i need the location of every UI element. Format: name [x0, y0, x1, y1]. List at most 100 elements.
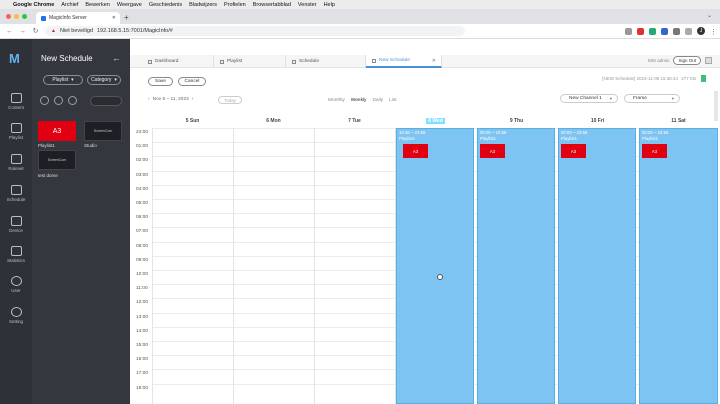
security-label: Niet beveiligd [59, 28, 93, 34]
tab-dashboard[interactable]: Dashboard [142, 55, 214, 68]
nav-label: Device [9, 228, 23, 233]
day-header: 9 Thu [509, 118, 524, 124]
playlist-icon [220, 59, 224, 64]
close-tab-icon[interactable]: ✕ [112, 15, 116, 21]
schedule-icon [292, 59, 296, 64]
chevron-down-icon: ▾ [671, 95, 674, 101]
back-arrow-icon[interactable]: ← [112, 53, 121, 63]
schedule-event[interactable]: 15:36 ~ 23:59 Playlist1 A3 [396, 128, 474, 404]
schedule-event[interactable]: 00:00 ~ 23:59 Playlist1 A3 [477, 128, 555, 404]
next-week-icon[interactable]: › [192, 97, 194, 102]
view-weekly[interactable]: Weekly [351, 98, 367, 103]
tab-schedule[interactable]: Schedule [286, 55, 366, 68]
channel-select[interactable]: New Channel 1 ▾ [560, 94, 618, 103]
menu-help[interactable]: Help [324, 2, 335, 8]
menu-bewerken[interactable]: Bewerken [85, 2, 109, 8]
nav-ruleset[interactable]: Ruleset [0, 154, 32, 171]
save-button[interactable]: Save [148, 77, 173, 86]
view-daily[interactable]: Daily [372, 98, 383, 103]
address-bar[interactable]: ▲ Niet beveiligd 192.168.5.15:7001/Magic… [45, 26, 465, 36]
extensions: J ⋮ [625, 27, 717, 36]
forward-icon[interactable]: → [19, 28, 26, 35]
event-thumbnail: A3 [561, 144, 586, 158]
nav-schedule[interactable]: Schedule [0, 185, 32, 202]
close-window-icon[interactable] [6, 14, 11, 19]
favicon-icon [41, 15, 46, 21]
hour-label: 17:00 [136, 371, 149, 377]
nav-user[interactable]: User [0, 276, 32, 293]
event-time: 15:36 ~ 23:59 [399, 130, 426, 135]
folder-icon[interactable] [40, 96, 49, 105]
hour-label: 16:00 [136, 357, 149, 363]
puzzle-icon[interactable] [673, 27, 680, 35]
nav-statistics[interactable]: Statistics [0, 246, 32, 263]
hour-label: 11:00 [136, 286, 148, 292]
schedule-event[interactable]: 00:00 ~ 23:59 Playlist1 A3 [639, 128, 718, 404]
storage-icon [701, 75, 706, 82]
menu-app[interactable]: Google Chrome [13, 2, 54, 8]
nav-content[interactable]: Content [0, 93, 32, 110]
extension-icon[interactable] [661, 27, 668, 35]
tab-new-schedule[interactable]: New Schedule ✕ [366, 55, 442, 68]
menu-venster[interactable]: Venster [298, 2, 317, 8]
view-monthly[interactable]: Monthly [328, 98, 345, 103]
sidepanel-icon[interactable] [685, 27, 692, 35]
nav-device[interactable]: Device [0, 216, 32, 233]
nav-playlist[interactable]: Playlist [0, 123, 32, 140]
sign-out-button[interactable]: Sign Out [673, 56, 701, 65]
hour-label: 15:00 [136, 343, 149, 348]
day-header: 7 Tue [348, 118, 361, 124]
event-name: Playlist1 [561, 136, 578, 141]
menu-archief[interactable]: Archief [61, 2, 78, 8]
menu-weergave[interactable]: Weergave [117, 2, 142, 8]
reload-icon[interactable]: ↻ [32, 27, 39, 35]
ruleset-icon [10, 154, 22, 164]
hour-label: 13:00 [136, 314, 149, 320]
notification-icon[interactable] [705, 57, 712, 64]
hour-label: 14:00 [136, 328, 149, 334]
menu-bladwijzers[interactable]: Bladwijzers [189, 2, 217, 8]
event-thumbnail: A3 [642, 144, 667, 158]
library-search-input[interactable] [90, 96, 122, 106]
library-item-thumbnail[interactable]: ScreenCom [38, 150, 76, 170]
category-filter-dropdown[interactable]: Category ▾ [87, 75, 121, 85]
menu-profielen[interactable]: Profielen [224, 2, 246, 8]
library-item-thumbnail[interactable]: A3 [38, 121, 76, 141]
day-header: 5 Sun [185, 118, 200, 124]
profile-avatar[interactable]: J [697, 27, 705, 35]
minimize-window-icon[interactable] [14, 14, 19, 19]
hour-label: 24:00 [136, 130, 149, 135]
nav-label: Ruleset [8, 166, 24, 171]
tab-playlist[interactable]: Playlist [214, 55, 286, 68]
extension-icon[interactable] [625, 27, 632, 35]
extension-icon[interactable] [637, 27, 644, 35]
filter-icon[interactable] [54, 96, 63, 105]
user-icon [10, 276, 22, 286]
column-divider [314, 128, 315, 404]
frame-select[interactable]: Frame ▾ [624, 94, 680, 103]
maximize-window-icon[interactable] [22, 14, 27, 19]
tab-label: Schedule [299, 59, 320, 64]
nav-label: User [11, 288, 21, 293]
new-tab-button[interactable]: + [124, 13, 129, 22]
menu-geschiedenis[interactable]: Geschiedenis [149, 2, 182, 8]
schedule-icon [372, 58, 376, 63]
schedule-event[interactable]: 00:00 ~ 23:59 Playlist1 A3 [558, 128, 636, 404]
browser-tab[interactable]: MagicInfo Server ✕ [36, 12, 120, 24]
library-item-thumbnail[interactable]: ScreenCom [84, 121, 122, 141]
today-button[interactable]: Today [218, 96, 243, 104]
tab-search-icon[interactable]: ⌄ [707, 12, 712, 19]
event-thumbnail: A3 [403, 144, 428, 158]
playlist-filter-dropdown[interactable]: Playlist ▾ [43, 75, 83, 85]
cancel-button[interactable]: Cancel [178, 77, 206, 86]
more-icon[interactable]: ⋮ [710, 28, 717, 36]
sort-icon[interactable] [68, 96, 77, 105]
chevron-down-icon: ▾ [609, 95, 612, 101]
menu-browsertabblad[interactable]: Browsertabblad [253, 2, 291, 8]
back-icon[interactable]: ← [6, 28, 13, 35]
extension-icon[interactable] [649, 27, 656, 35]
view-list[interactable]: List [389, 98, 396, 103]
nav-setting[interactable]: Setting [0, 307, 32, 324]
prev-week-icon[interactable]: ‹ [148, 97, 150, 102]
close-icon[interactable]: ✕ [432, 58, 436, 64]
